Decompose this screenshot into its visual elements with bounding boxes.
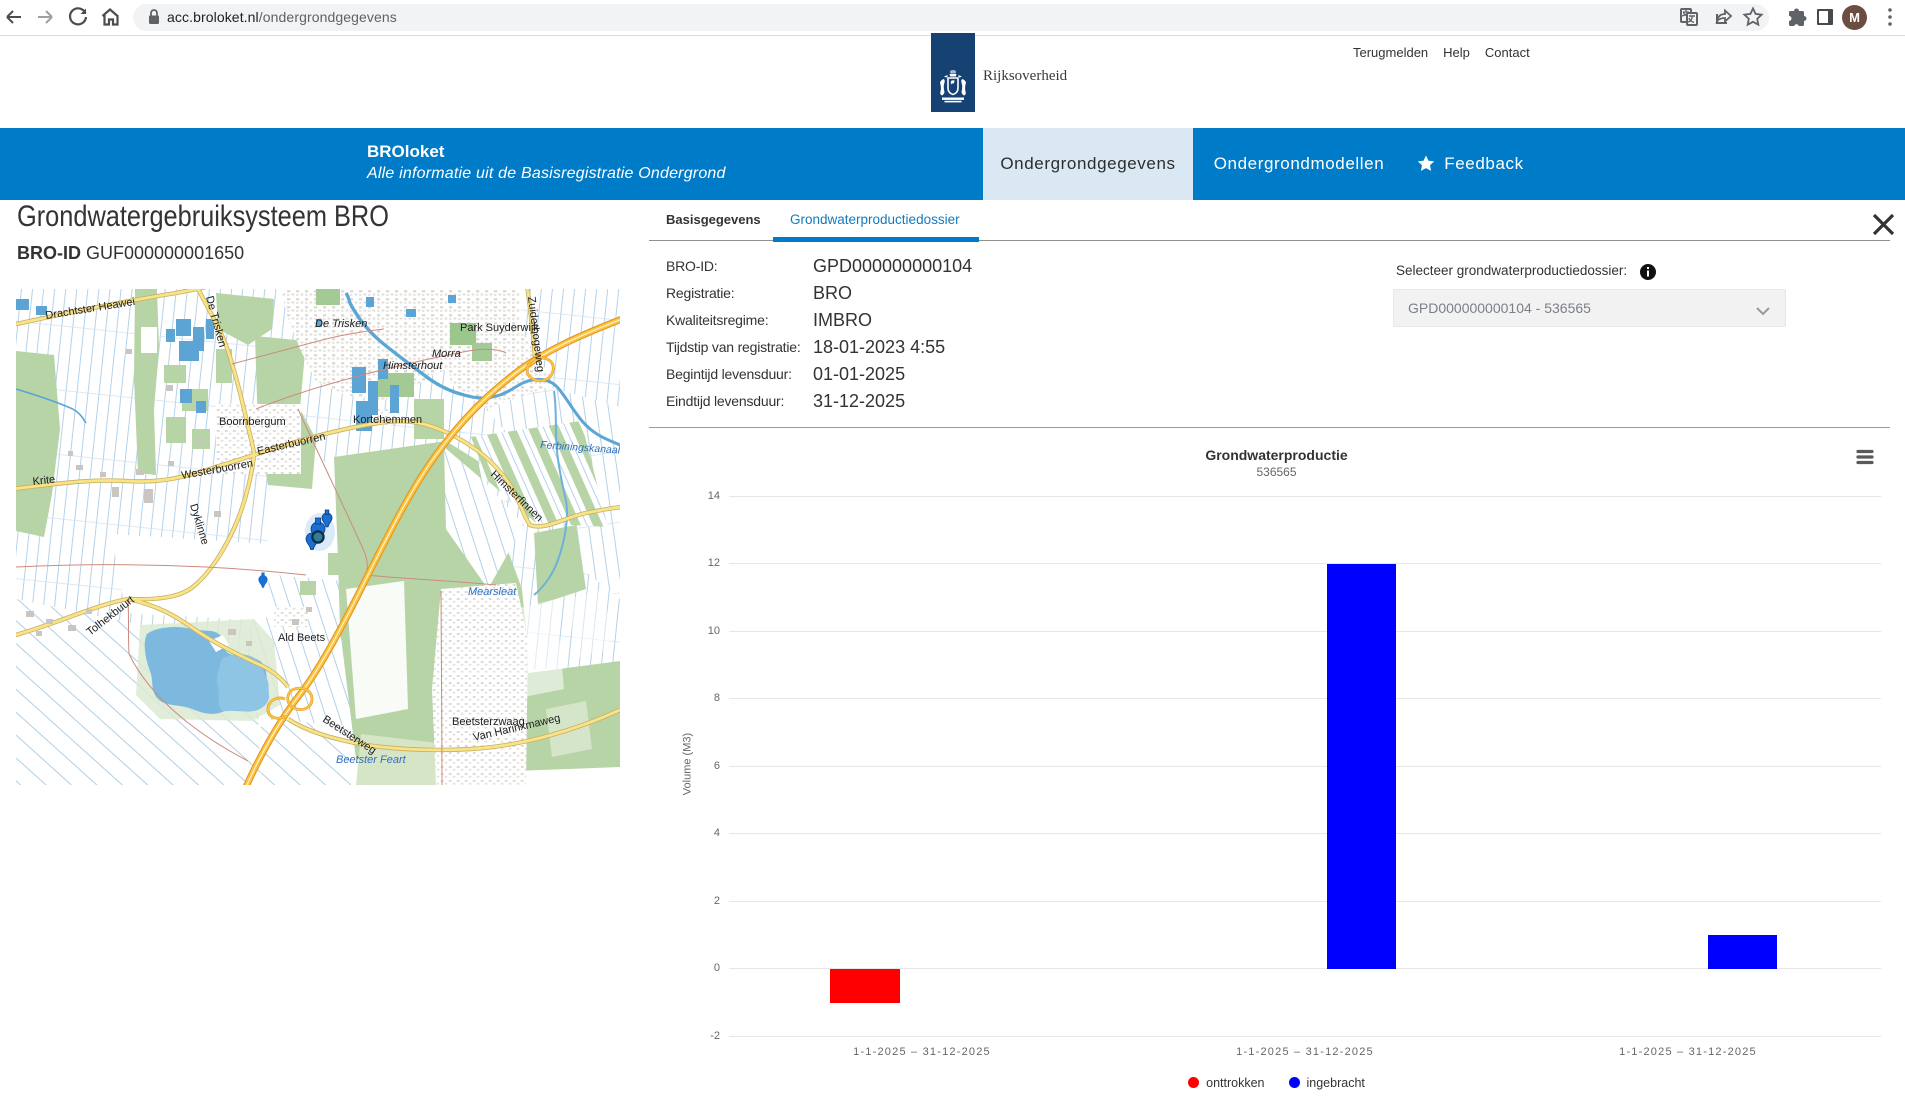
svg-text:Krite: Krite [32, 474, 56, 488]
svg-text:Himsterhout: Himsterhout [383, 360, 443, 372]
svg-text:De Trisken: De Trisken [315, 318, 367, 330]
svg-text:Park Suyderwijk: Park Suyderwijk [460, 322, 539, 334]
svg-text:Kortehemmen: Kortehemmen [353, 414, 422, 426]
svg-text:Boornbergum: Boornbergum [219, 416, 286, 428]
svg-text:Mearsleat: Mearsleat [468, 586, 517, 598]
svg-text:Ald Beets: Ald Beets [278, 632, 326, 644]
svg-text:Beetster Feart: Beetster Feart [336, 754, 407, 766]
svg-text:Morra: Morra [432, 348, 461, 360]
